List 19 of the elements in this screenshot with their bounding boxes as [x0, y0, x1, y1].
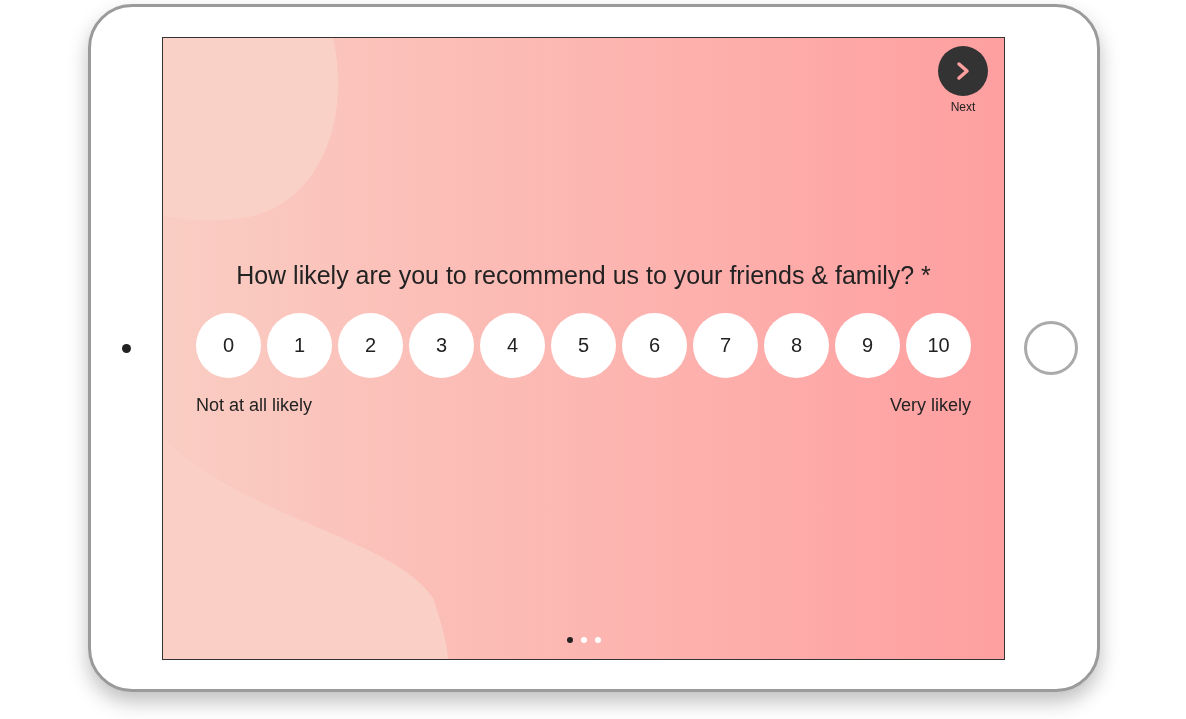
next-label: Next [950, 98, 976, 116]
rating-option[interactable]: 9 [835, 312, 900, 378]
rating-option[interactable]: 2 [338, 312, 403, 378]
rating-option[interactable]: 10 [906, 312, 971, 378]
rating-option[interactable]: 3 [409, 312, 474, 378]
rating-option[interactable]: 5 [551, 312, 616, 378]
rating-option[interactable]: 0 [196, 312, 261, 378]
rating-option[interactable]: 6 [622, 312, 687, 378]
chevron-right-icon [955, 60, 971, 81]
next-button[interactable] [938, 45, 988, 96]
camera-icon [122, 343, 131, 353]
question-text: How likely are you to recommend us to your friends & family? * [236, 260, 931, 292]
rating-option[interactable]: 7 [693, 312, 758, 378]
rating-option[interactable]: 1 [267, 312, 332, 378]
rating-option[interactable]: 8 [764, 312, 829, 378]
high-scale-label: Very likely [889, 393, 971, 417]
home-button-icon[interactable] [1024, 321, 1078, 375]
low-scale-label: Not at all likely [196, 393, 313, 417]
rating-option[interactable]: 4 [480, 312, 545, 378]
